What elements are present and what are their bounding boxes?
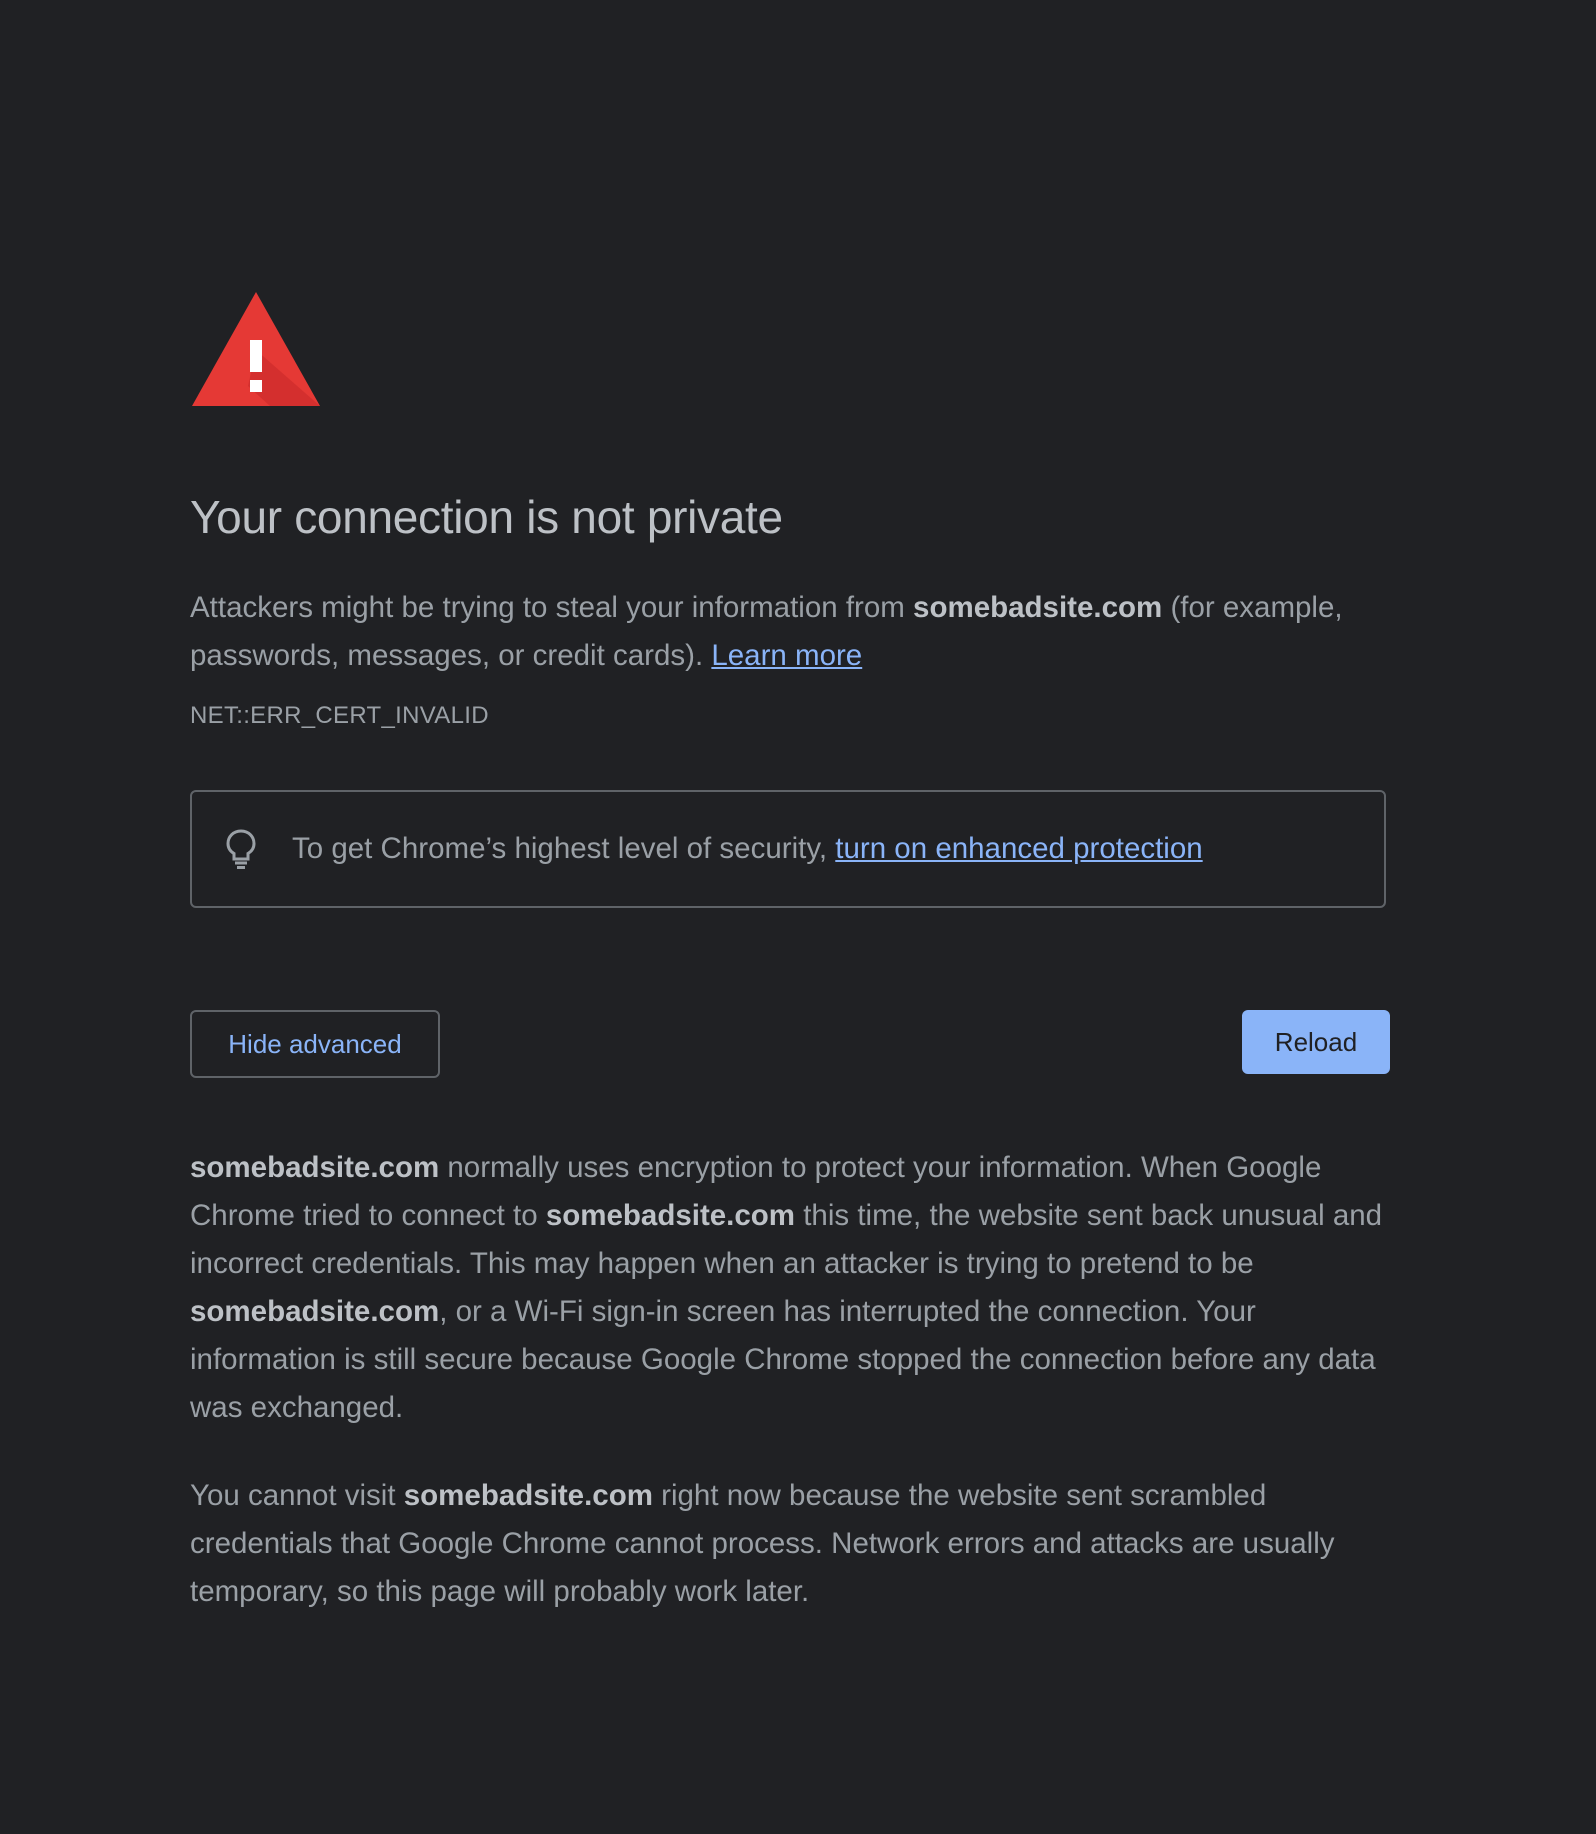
lightbulb-icon <box>226 829 256 869</box>
details-domain-3: somebadsite.com <box>190 1295 440 1328</box>
lead-domain: somebadsite.com <box>913 591 1163 624</box>
interstitial-container: Your connection is not private Attackers… <box>190 290 1390 1616</box>
details-domain-1: somebadsite.com <box>190 1151 440 1184</box>
enhanced-protection-tip: To get Chrome’s highest level of securit… <box>190 790 1386 908</box>
enhanced-protection-link[interactable]: turn on enhanced protection <box>835 832 1202 865</box>
hide-advanced-button[interactable]: Hide advanced <box>190 1010 440 1078</box>
button-row: Hide advanced Reload <box>190 1010 1390 1080</box>
lead-text-1: Attackers might be trying to steal your … <box>190 591 914 624</box>
reload-button[interactable]: Reload <box>1242 1010 1390 1074</box>
details-paragraph: somebadsite.com normally uses encryption… <box>190 1144 1390 1432</box>
main-message: Attackers might be trying to steal your … <box>190 584 1390 680</box>
final-text-1: You cannot visit <box>190 1479 404 1512</box>
page-title: Your connection is not private <box>190 491 783 543</box>
tip-label: To get Chrome’s highest level of securit… <box>292 832 836 865</box>
learn-more-link[interactable]: Learn more <box>711 639 862 672</box>
final-domain: somebadsite.com <box>403 1479 653 1512</box>
details-domain-2: somebadsite.com <box>545 1199 796 1232</box>
warning-triangle-icon <box>192 292 320 406</box>
error-code: NET::ERR_CERT_INVALID <box>190 702 489 729</box>
final-paragraph: You cannot visit somebadsite.com right n… <box>190 1472 1390 1616</box>
tip-text: To get Chrome’s highest level of securit… <box>292 829 1203 869</box>
